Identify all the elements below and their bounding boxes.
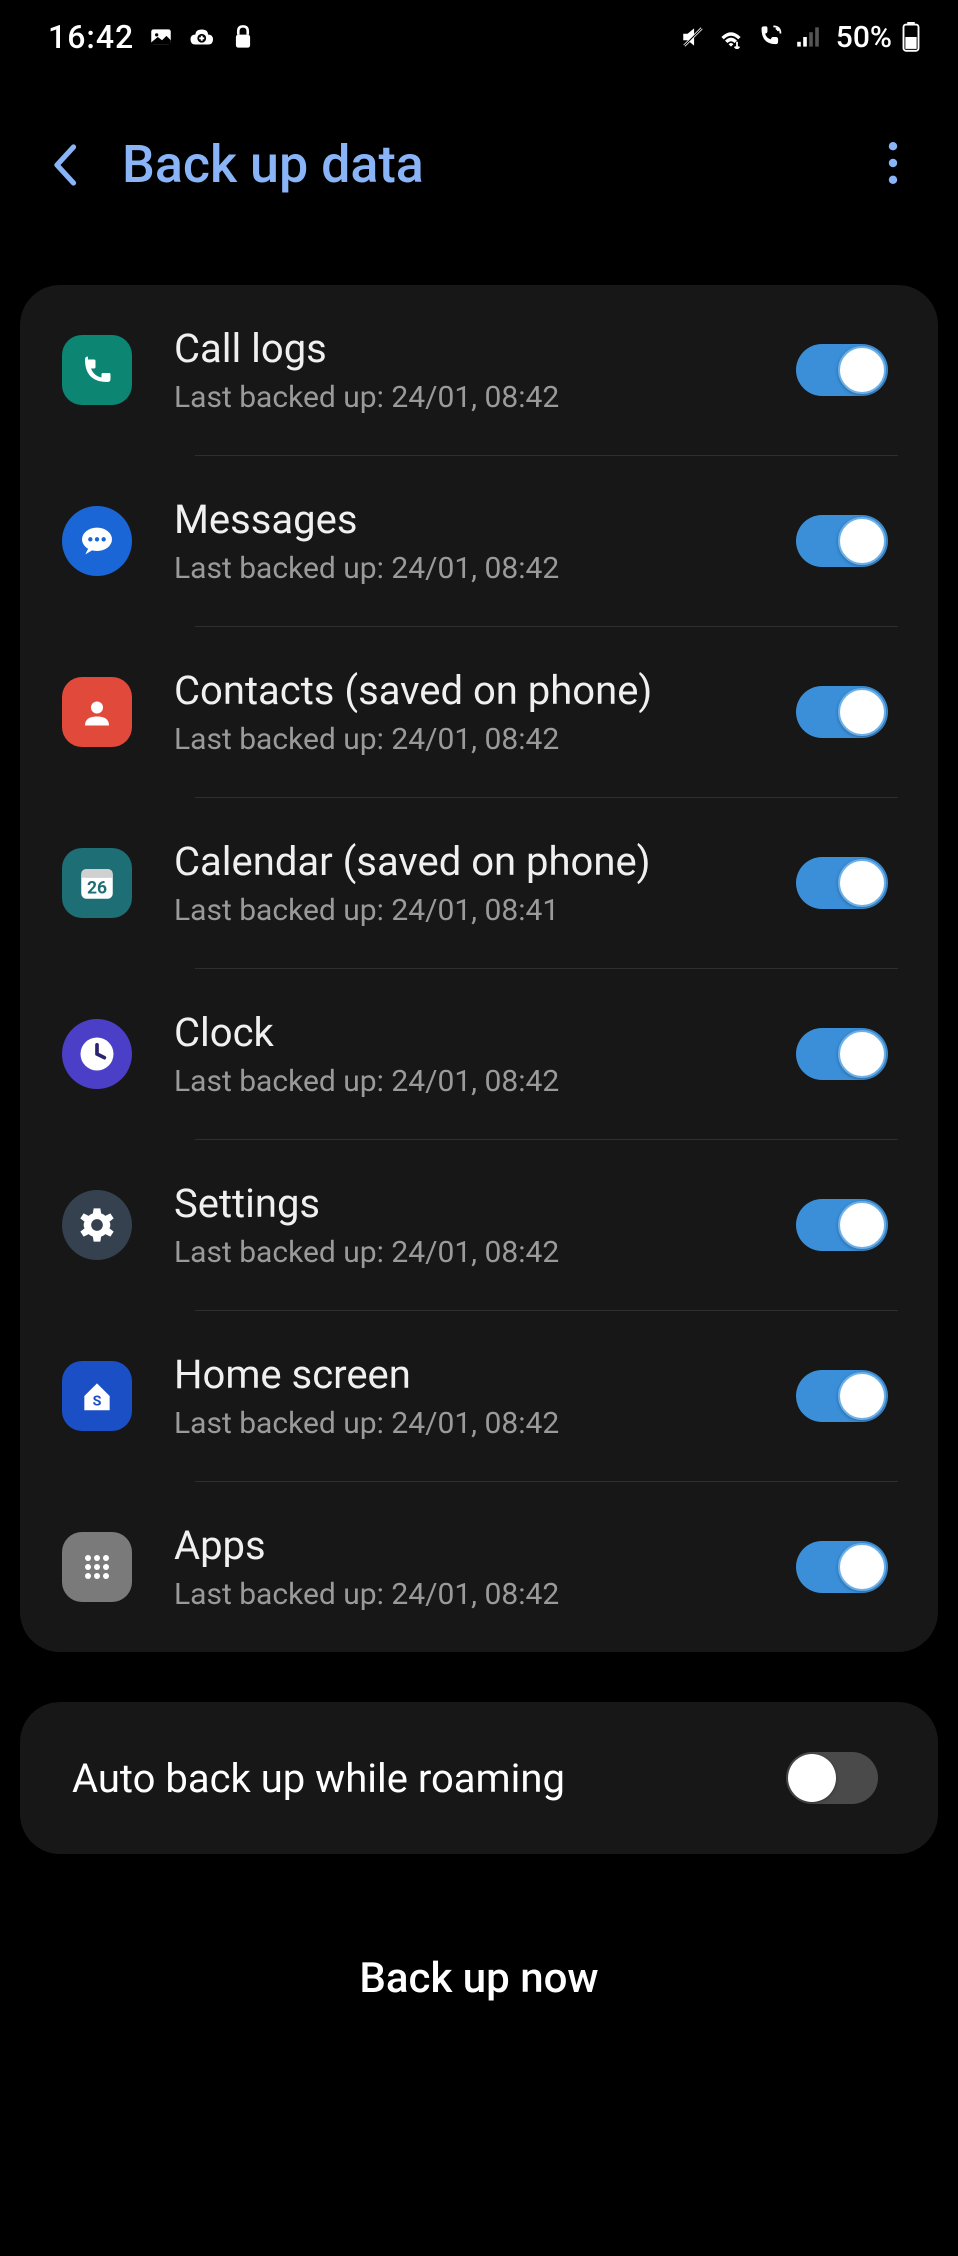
toggle-roaming[interactable] (786, 1752, 878, 1804)
toggle-contacts[interactable] (796, 686, 888, 738)
item-title: Messages (174, 496, 796, 543)
settings-icon (62, 1190, 132, 1260)
back-button[interactable] (50, 141, 82, 189)
item-subtitle: Last backed up: 24/01, 08:42 (174, 380, 796, 415)
apps-icon (62, 1532, 132, 1602)
item-subtitle: Last backed up: 24/01, 08:41 (174, 893, 796, 928)
cloud-icon (188, 24, 218, 50)
battery-icon (902, 22, 920, 52)
backup-item-home-screen[interactable]: S Home screen Last backed up: 24/01, 08:… (20, 1311, 938, 1481)
toggle-home-screen[interactable] (796, 1370, 888, 1422)
item-title: Home screen (174, 1351, 796, 1398)
svg-text:S: S (93, 1394, 102, 1410)
backup-item-messages[interactable]: Messages Last backed up: 24/01, 08:42 (20, 456, 938, 626)
calendar-icon: 26 (62, 848, 132, 918)
item-subtitle: Last backed up: 24/01, 08:42 (174, 1235, 796, 1270)
toggle-calendar[interactable] (796, 857, 888, 909)
battery-percent: 50% (836, 20, 892, 55)
mute-icon (680, 24, 706, 50)
toggle-clock[interactable] (796, 1028, 888, 1080)
backup-item-calendar[interactable]: 26 Calendar (saved on phone) Last backed… (20, 798, 938, 968)
clock-icon (62, 1019, 132, 1089)
backup-item-clock[interactable]: Clock Last backed up: 24/01, 08:42 (20, 969, 938, 1139)
status-time: 16:42 (48, 18, 134, 56)
item-title: Settings (174, 1180, 796, 1227)
backup-item-apps[interactable]: Apps Last backed up: 24/01, 08:42 (20, 1482, 938, 1652)
toggle-apps[interactable] (796, 1541, 888, 1593)
more-options-button[interactable] (888, 142, 918, 188)
item-subtitle: Last backed up: 24/01, 08:42 (174, 1064, 796, 1099)
item-subtitle: Last backed up: 24/01, 08:42 (174, 551, 796, 586)
item-subtitle: Last backed up: 24/01, 08:42 (174, 1577, 796, 1612)
page-header: Back up data (0, 74, 958, 285)
backup-item-call-logs[interactable]: Call logs Last backed up: 24/01, 08:42 (20, 285, 938, 455)
item-title: Apps (174, 1522, 796, 1569)
backup-item-contacts[interactable]: Contacts (saved on phone) Last backed up… (20, 627, 938, 797)
backup-items-card: Call logs Last backed up: 24/01, 08:42 M… (20, 285, 938, 1652)
home-icon: S (62, 1361, 132, 1431)
lock-icon (232, 24, 254, 50)
item-title: Call logs (174, 325, 796, 372)
call-wifi-icon (756, 24, 786, 50)
item-subtitle: Last backed up: 24/01, 08:42 (174, 722, 796, 757)
contacts-icon (62, 677, 132, 747)
phone-icon (62, 335, 132, 405)
picture-icon (148, 24, 174, 50)
messages-icon (62, 506, 132, 576)
item-title: Contacts (saved on phone) (174, 667, 796, 714)
roaming-title: Auto back up while roaming (72, 1755, 786, 1802)
signal-icon (796, 26, 820, 48)
toggle-call-logs[interactable] (796, 344, 888, 396)
wifi-icon (716, 25, 746, 49)
roaming-card[interactable]: Auto back up while roaming (20, 1702, 938, 1854)
item-title: Clock (174, 1009, 796, 1056)
item-title: Calendar (saved on phone) (174, 838, 796, 885)
toggle-messages[interactable] (796, 515, 888, 567)
status-bar: 16:42 50% (0, 0, 958, 74)
backup-item-settings[interactable]: Settings Last backed up: 24/01, 08:42 (20, 1140, 938, 1310)
toggle-settings[interactable] (796, 1199, 888, 1251)
svg-text:26: 26 (87, 879, 107, 899)
back-up-now-button[interactable]: Back up now (0, 1854, 958, 2003)
item-subtitle: Last backed up: 24/01, 08:42 (174, 1406, 796, 1441)
page-title: Back up data (122, 134, 888, 195)
